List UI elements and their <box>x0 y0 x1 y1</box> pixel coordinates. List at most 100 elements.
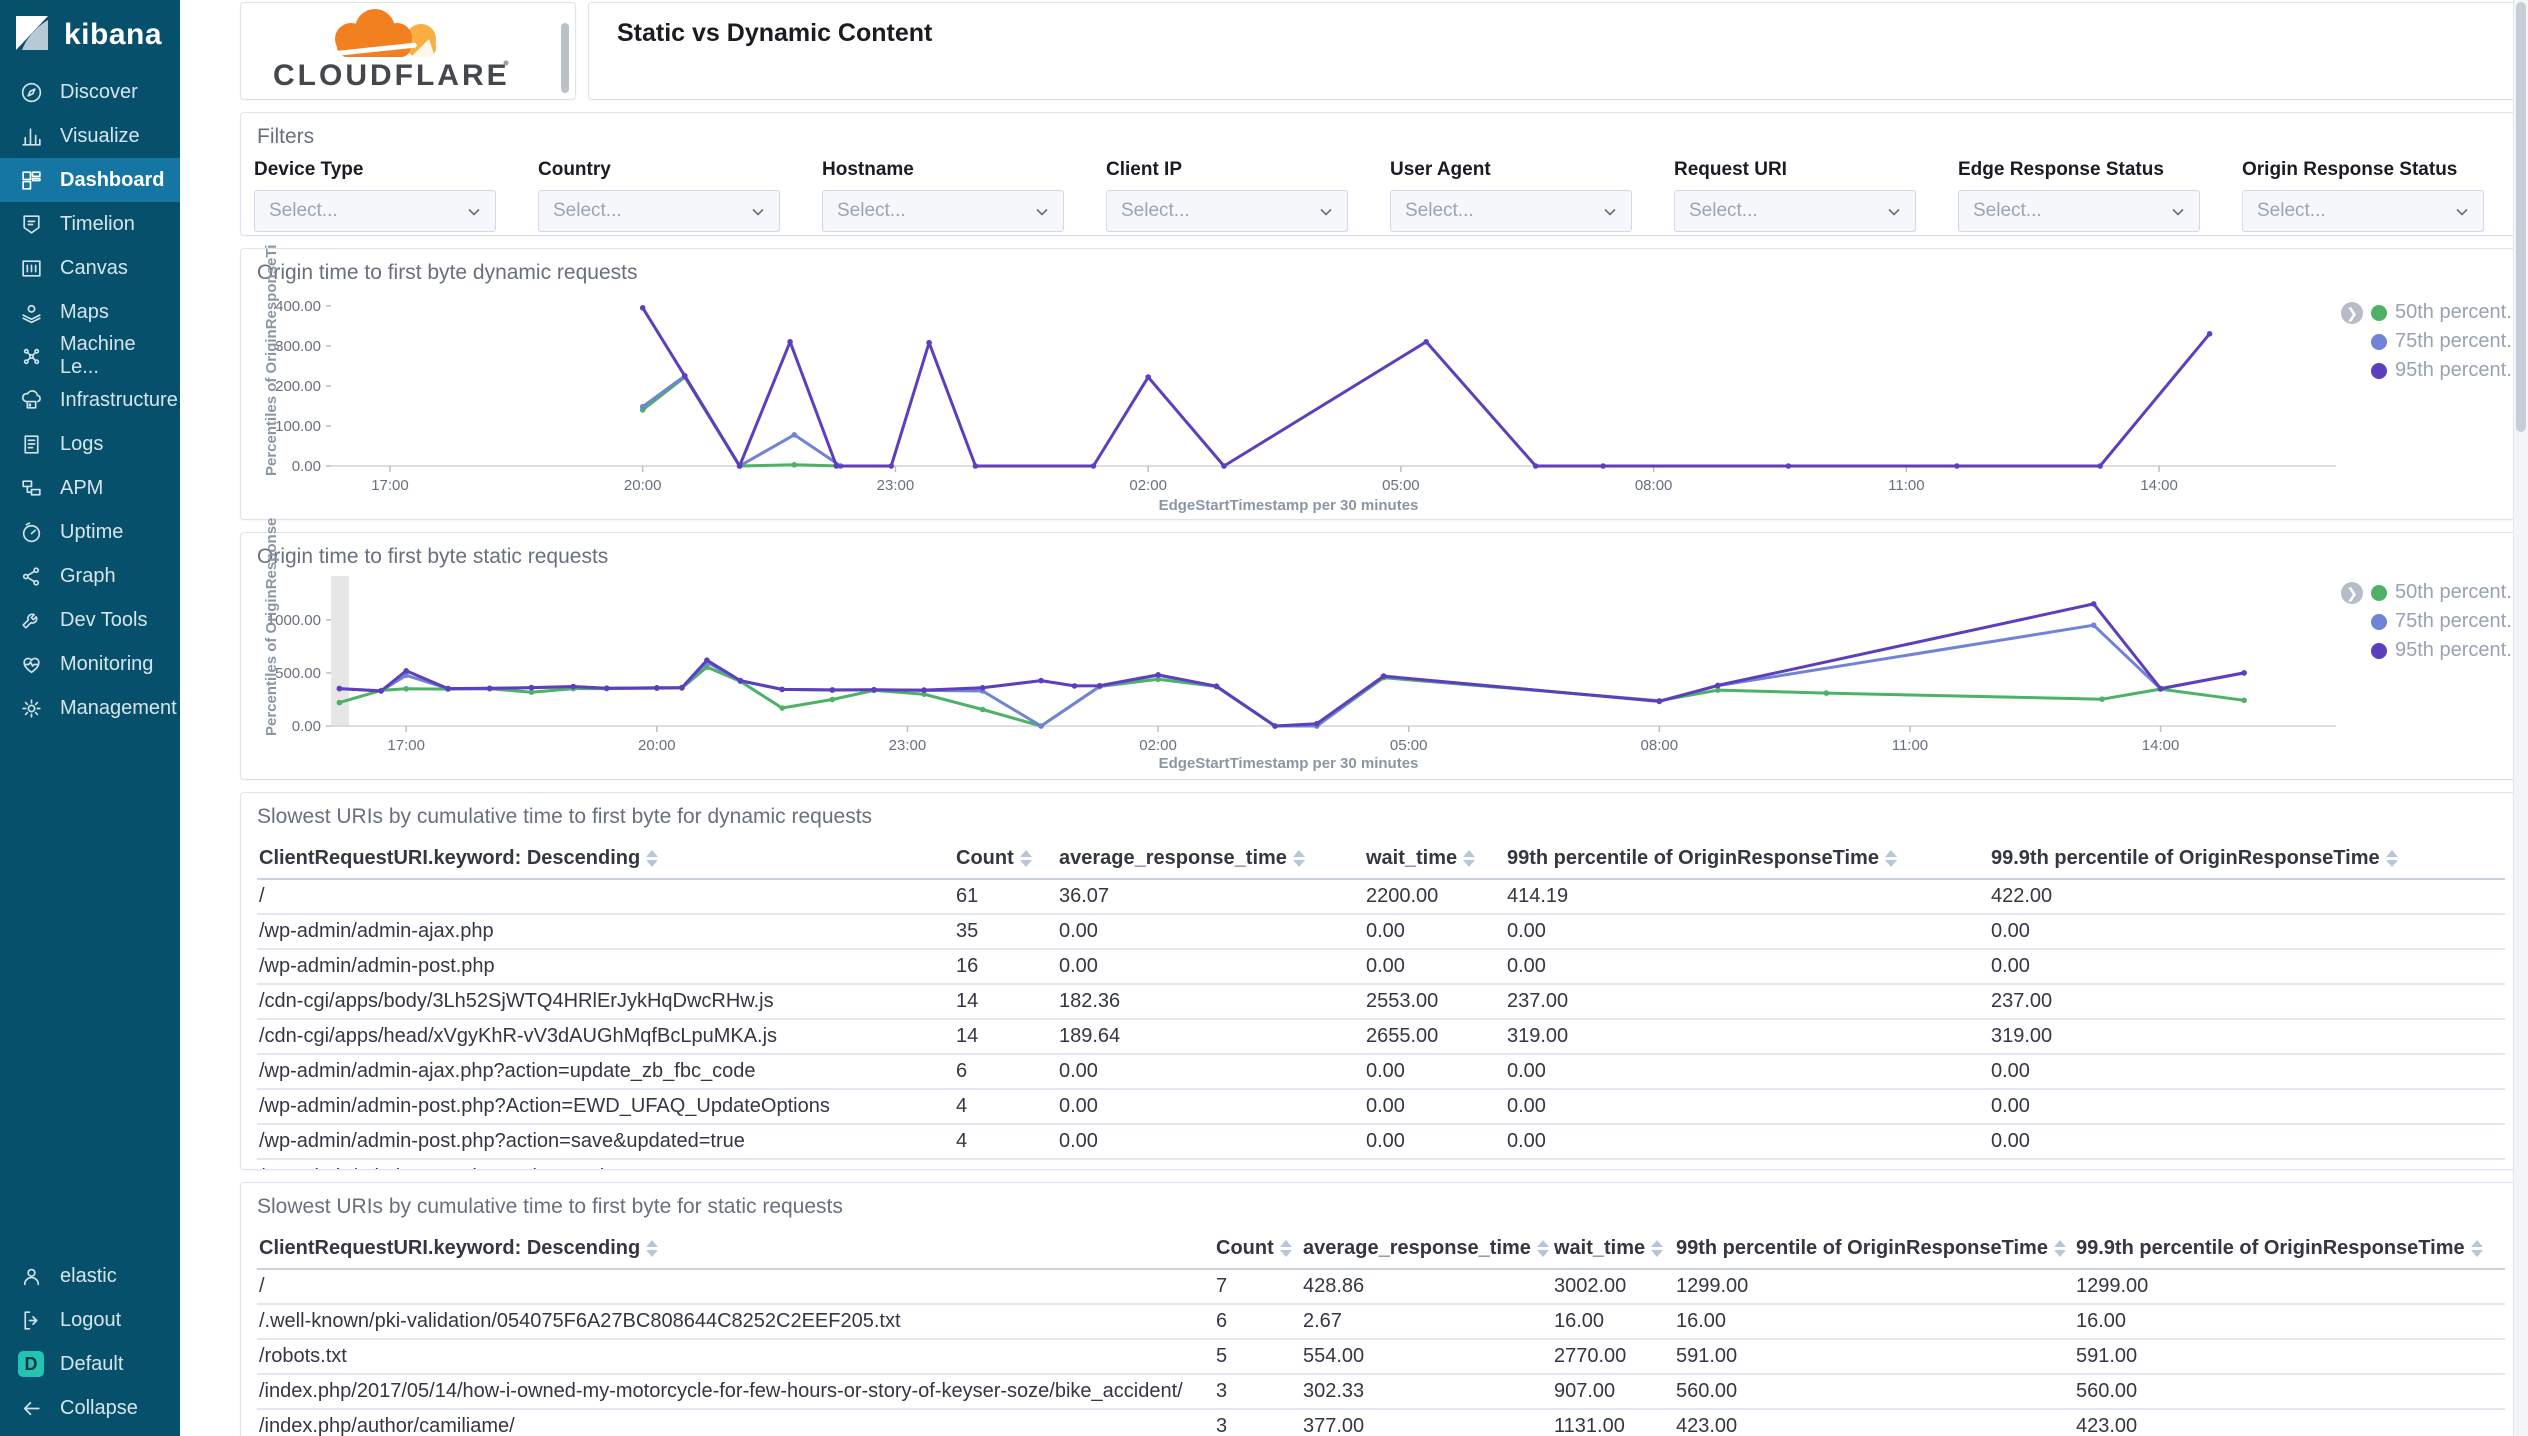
filter-group-client-ip: Client IP Select... <box>1106 159 1348 232</box>
column-header-wait-time[interactable]: wait_time <box>1552 1229 1674 1270</box>
chevron-down-icon <box>1033 203 1051 226</box>
sidebar-item-management[interactable]: Management <box>0 686 180 730</box>
sort-icon[interactable] <box>1019 850 1032 868</box>
svg-text:14:00: 14:00 <box>2140 477 2178 494</box>
legend-collapse-arrow-icon[interactable]: ❯ <box>2341 302 2363 324</box>
legend-label: 50th percent... <box>2395 301 2523 323</box>
svg-text:17:00: 17:00 <box>387 737 425 754</box>
column-header-99-9th-percentile-of-originresponsetime[interactable]: 99.9th percentile of OriginResponseTime <box>2074 1229 2505 1270</box>
sidebar-item-canvas[interactable]: Canvas <box>0 246 180 290</box>
column-header-wait-time[interactable]: wait_time <box>1364 839 1505 880</box>
table-row: /61 36.07 2200.00 414.19 422.00 <box>257 879 2505 915</box>
sidebar-item-monitoring[interactable]: Monitoring <box>0 642 180 686</box>
chart-panel-dynamic-ttfb: Origin time to first byte dynamic reques… <box>240 245 2523 520</box>
page-scrollbar[interactable] <box>2513 0 2528 1436</box>
column-header-99-9th-percentile-of-originresponsetime[interactable]: 99.9th percentile of OriginResponseTime <box>1989 839 2505 880</box>
sidebar-item-graph[interactable]: Graph <box>0 554 180 598</box>
sidebar-item-dev-tools[interactable]: Dev Tools <box>0 598 180 642</box>
column-header-count[interactable]: Count <box>1214 1229 1301 1270</box>
filter-select-device-type[interactable]: Select... <box>254 190 496 232</box>
legend-item-95th-percent[interactable]: 95th percent... <box>2371 359 2523 382</box>
filter-group-country: Country Select... <box>538 159 780 232</box>
cloudflare-cloud-icon <box>331 9 436 57</box>
table-title: Slowest URIs by cumulative time to first… <box>257 805 873 828</box>
sidebar-item-elastic[interactable]: elastic <box>0 1254 180 1298</box>
column-header-99th-percentile-of-originresponsetime[interactable]: 99th percentile of OriginResponseTime <box>1674 1229 2074 1270</box>
column-header-99th-percentile-of-originresponsetime[interactable]: 99th percentile of OriginResponseTime <box>1505 839 1989 880</box>
sidebar-item-maps[interactable]: Maps <box>0 290 180 334</box>
filter-select-edge-response-status[interactable]: Select... <box>1958 190 2200 232</box>
sort-icon[interactable] <box>1279 1240 1292 1258</box>
value-cell: 0.00 <box>1057 1054 1364 1090</box>
sidebar-item-collapse[interactable]: Collapse <box>0 1386 180 1430</box>
sidebar-item-dashboard[interactable]: Dashboard <box>0 158 180 202</box>
legend-item-95th-percent[interactable]: 95th percent... <box>2371 639 2523 662</box>
uri-cell: /wp-admin/admin-post.php <box>257 949 954 985</box>
filter-select-origin-response-status[interactable]: Select... <box>2242 190 2484 232</box>
apm-boxes-icon <box>18 475 44 501</box>
legend-item-75th-percent[interactable]: 75th percent... <box>2371 610 2523 633</box>
sort-icon[interactable] <box>646 850 659 868</box>
line-chart-plot[interactable]: 0.00 100.00 200.00 300.00 400.00 17:00 20:00 23… <box>241 249 2519 519</box>
chevron-down-icon <box>749 203 767 226</box>
column-header-clientrequesturi-keyword-descending[interactable]: ClientRequestURI.keyword: Descending <box>257 839 954 880</box>
sidebar-item-default[interactable]: D Default <box>0 1342 180 1386</box>
column-header-count[interactable]: Count <box>954 839 1057 880</box>
column-header-average-response-time[interactable]: average_response_time <box>1301 1229 1552 1270</box>
value-cell: 0.00 <box>1364 1089 1505 1125</box>
kibana-logo[interactable]: kibana <box>0 0 180 70</box>
panel-scrollbar-thumb[interactable] <box>561 23 569 93</box>
value-cell: 554.00 <box>1301 1339 1552 1375</box>
filter-select-client-ip[interactable]: Select... <box>1106 190 1348 232</box>
filter-group-origin-response-status: Origin Response Status Select... <box>2242 159 2484 232</box>
value-cell: 0.00 <box>1505 1089 1989 1125</box>
svg-text:0.00: 0.00 <box>292 458 321 475</box>
sidebar-item-timelion[interactable]: Timelion <box>0 202 180 246</box>
sort-icon[interactable] <box>2053 1240 2066 1258</box>
sort-icon[interactable] <box>1536 1240 1549 1258</box>
sort-icon[interactable] <box>1292 850 1305 868</box>
value-cell: 560.00 <box>2074 1374 2505 1410</box>
uri-cell: /wp-admin/admin-post.php?Action=EWD_UFAQ… <box>257 1089 954 1125</box>
legend-item-50th-percent[interactable]: 50th percent... <box>2371 301 2523 324</box>
column-header-clientrequesturi-keyword-descending[interactable]: ClientRequestURI.keyword: Descending <box>257 1229 1214 1270</box>
filter-select-country[interactable]: Select... <box>538 190 780 232</box>
sidebar-item-apm[interactable]: APM <box>0 466 180 510</box>
column-header-average-response-time[interactable]: average_response_time <box>1057 839 1364 880</box>
chart-panel-static-ttfb: Origin time to first byte static request… <box>240 518 2523 780</box>
value-cell: 0.00 <box>1364 1054 1505 1090</box>
value-cell: 7 <box>1214 1269 1301 1305</box>
space-default-badge: D <box>18 1351 44 1377</box>
sort-icon[interactable] <box>646 1240 659 1258</box>
filter-select-user-agent[interactable]: Select... <box>1390 190 1632 232</box>
sidebar-item-machine-le[interactable]: Machine Le... <box>0 333 180 378</box>
sidebar-item-label: Maps <box>60 300 109 323</box>
filter-select-request-uri[interactable]: Select... <box>1674 190 1916 232</box>
sidebar-item-infrastructure[interactable]: Infrastructure <box>0 378 180 422</box>
value-cell: 428.86 <box>1301 1269 1552 1305</box>
uri-cell: / <box>257 1269 1214 1305</box>
sidebar-item-visualize[interactable]: Visualize <box>0 114 180 158</box>
wrench-icon <box>18 607 44 633</box>
sidebar-nav: kibana Discover Visualize Dashboard Timelio… <box>0 0 180 1436</box>
legend-item-75th-percent[interactable]: 75th percent... <box>2371 330 2523 353</box>
sort-icon[interactable] <box>1884 850 1897 868</box>
sort-icon[interactable] <box>2470 1240 2483 1258</box>
table-row: /wp-admin/admin-post.php?action=save&upd… <box>257 1124 2505 1160</box>
sidebar-item-discover[interactable]: Discover <box>0 70 180 114</box>
sort-icon[interactable] <box>1463 850 1476 868</box>
page-scrollbar-thumb[interactable] <box>2516 2 2526 432</box>
sort-icon[interactable] <box>1651 1240 1664 1258</box>
legend-item-50th-percent[interactable]: 50th percent... <box>2371 581 2523 604</box>
value-cell: 4 <box>954 1089 1057 1125</box>
sidebar-item-logout[interactable]: Logout <box>0 1298 180 1342</box>
svg-text:11:00: 11:00 <box>1888 477 1924 494</box>
sort-icon[interactable] <box>2385 850 2398 868</box>
value-cell: 0.00 <box>1364 914 1505 950</box>
legend-collapse-arrow-icon[interactable]: ❯ <box>2341 582 2363 604</box>
filter-label: Country <box>538 159 611 180</box>
line-chart-plot[interactable]: 0.00500.001000.0017:00 20:00 23:00 02:00 05:… <box>241 533 2519 779</box>
sidebar-item-uptime[interactable]: Uptime <box>0 510 180 554</box>
sidebar-item-logs[interactable]: Logs <box>0 422 180 466</box>
filter-select-hostname[interactable]: Select... <box>822 190 1064 232</box>
